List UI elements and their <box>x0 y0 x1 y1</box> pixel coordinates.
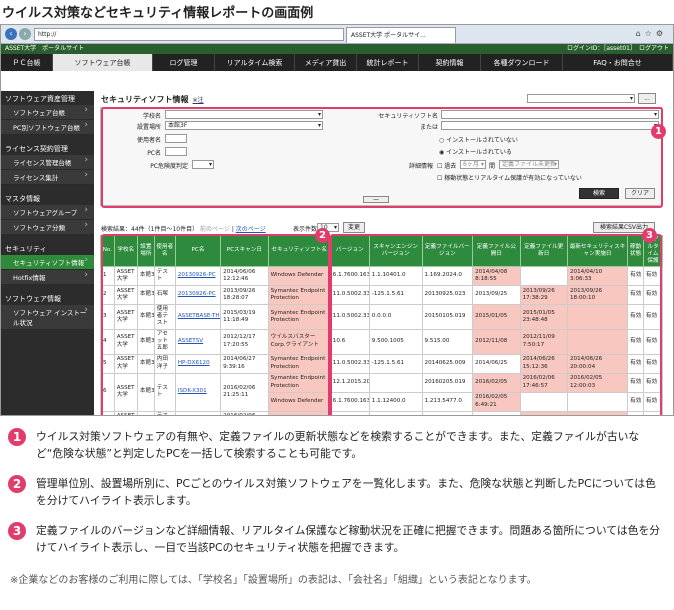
sidebar-heading-4: ソフトウェア情報 <box>5 295 61 303</box>
sidebar-item-2-0[interactable]: ソフトウェアグループ <box>1 205 94 220</box>
nav-item-3[interactable]: リアルタイム検索 <box>215 54 295 71</box>
desc-marker-1: 1 <box>8 428 26 446</box>
sidebar-heading-1: ライセンス契約管理 <box>5 145 68 153</box>
page-title: ウイルス対策などセキュリティ情報レポートの画面例 <box>2 6 314 21</box>
highlight-box-3 <box>330 234 662 415</box>
help-link[interactable]: ※注 <box>193 97 204 104</box>
sidebar-item-3-1[interactable]: Hotfix情報 <box>1 270 94 285</box>
screenshot-window: ‹ › http:// ASSET大学 ポータルサイ... ⌂☆⚙ ASSET大… <box>0 24 674 416</box>
logout-link[interactable]: ログアウト <box>639 45 669 52</box>
marker-1: 1 <box>651 124 666 139</box>
footnote: ※企業などのお客様のご利用に際しては、「学校名」「設置場所」の表記は、「会社名」… <box>10 575 537 586</box>
nav-item-6[interactable]: 契約情報 <box>419 54 481 71</box>
desc-text-1: ウイルス対策ソフトウェアの有無や、定義ファイルの更新状態などを検索することができ… <box>36 430 640 460</box>
portal-bar: ASSET大学 ポータルサイト ログインID：［asset01］ ログアウト <box>1 44 673 54</box>
sidebar-item-1-0[interactable]: ライセンス管理台帳 <box>1 155 94 170</box>
desc-text-3: 定義ファイルのバージョンなど詳細情報、リアルタイム保護など稼動状況を正確に把握で… <box>36 524 661 554</box>
address-bar[interactable]: http:// <box>34 28 344 41</box>
browser-tab[interactable]: ASSET大学 ポータルサイ... <box>346 27 456 43</box>
display-count-label: 表示件数 <box>293 226 318 233</box>
nav-item-7[interactable]: 各種ダウンロード <box>481 54 563 71</box>
description-3: 3 定義ファイルのバージョンなど詳細情報、リアルタイム保護など稼動状況を正確に把握… <box>8 522 660 554</box>
description-1: 1 ウイルス対策ソフトウェアの有無や、定義ファイルの更新状態などを検索することがで… <box>8 428 639 460</box>
description-2: 2 管理単位別、設置場所別に、PCごとのウイルス対策ソフトウェアを一覧化します。ま… <box>8 475 656 507</box>
marker-2: 2 <box>315 228 330 243</box>
sidebar: ソフトウェア資産管理ソフトウェア台帳PC別ソフトウェア台帳ライセンス契約管理ライ… <box>1 91 94 415</box>
nav-item-4[interactable]: メディア貸出 <box>295 54 357 71</box>
nav-item-8[interactable]: FAQ・お問合せ <box>563 54 673 71</box>
nav-item-1[interactable]: ソフトウェア台帳 <box>53 54 153 71</box>
nav-item-2[interactable]: ログ管理 <box>153 54 215 71</box>
desc-marker-3: 3 <box>8 522 26 540</box>
result-info: 検索結果：44件（1件目〜10件目） 前のページ | 次のページ <box>101 226 266 233</box>
sidebar-item-4-0[interactable]: ソフトウェア インストール状況 <box>1 305 94 330</box>
browser-toolbar: ‹ › http:// ASSET大学 ポータルサイ... ⌂☆⚙ <box>1 25 673 44</box>
sidebar-heading-2: マスタ情報 <box>5 195 40 203</box>
highlight-box-1 <box>101 107 663 208</box>
portal-title: ASSET大学 ポータルサイト <box>5 45 85 52</box>
top-more-button[interactable]: ... <box>638 93 656 104</box>
back-icon[interactable]: ‹ <box>5 28 17 40</box>
prev-page-link[interactable]: 前のページ <box>200 226 230 233</box>
marker-3: 3 <box>642 228 657 243</box>
desc-marker-2: 2 <box>8 475 26 493</box>
content-title: セキュリティソフト情報 ※注 <box>101 94 204 105</box>
nav-item-5[interactable]: 統計レポート <box>357 54 419 71</box>
content-title-text: セキュリティソフト情報 <box>101 95 189 104</box>
desc-text-2: 管理単位別、設置場所別に、PCごとのウイルス対策ソフトウェアを一覧化します。また… <box>36 477 656 507</box>
change-button[interactable]: 変更 <box>343 222 365 233</box>
sidebar-heading-0: ソフトウェア資産管理 <box>5 95 75 103</box>
sidebar-item-0-1[interactable]: PC別ソフトウェア台帳 <box>1 120 94 135</box>
main-nav: ＰＣ台帳 ソフトウェア台帳 ログ管理 リアルタイム検索 メディア貸出 統計レポート 契約情報… <box>1 54 673 71</box>
result-text: 検索結果：44件（1件目〜10件目） <box>101 226 199 233</box>
sidebar-item-3-0[interactable]: セキュリティソフト情報 <box>1 255 94 270</box>
highlight-box-2 <box>101 234 330 415</box>
sidebar-item-1-1[interactable]: ライセンス集計 <box>1 170 94 185</box>
top-select[interactable] <box>527 94 635 103</box>
forward-icon[interactable]: › <box>19 28 31 40</box>
sidebar-heading-3: セキュリティ <box>5 245 47 253</box>
window-controls-icon[interactable]: ⌂☆⚙ <box>636 29 667 38</box>
main-content: セキュリティソフト情報※注 ... 学校名 設置場所 本館3F 使用者名 PC名… <box>97 91 671 415</box>
nav-item-0[interactable]: ＰＣ台帳 <box>1 54 53 71</box>
next-page-link[interactable]: 次のページ <box>236 226 266 233</box>
sidebar-item-0-0[interactable]: ソフトウェア台帳 <box>1 105 94 120</box>
sidebar-item-2-1[interactable]: ソフトウェア分類 <box>1 220 94 235</box>
login-label: ログインID：［asset01］ <box>566 45 633 52</box>
